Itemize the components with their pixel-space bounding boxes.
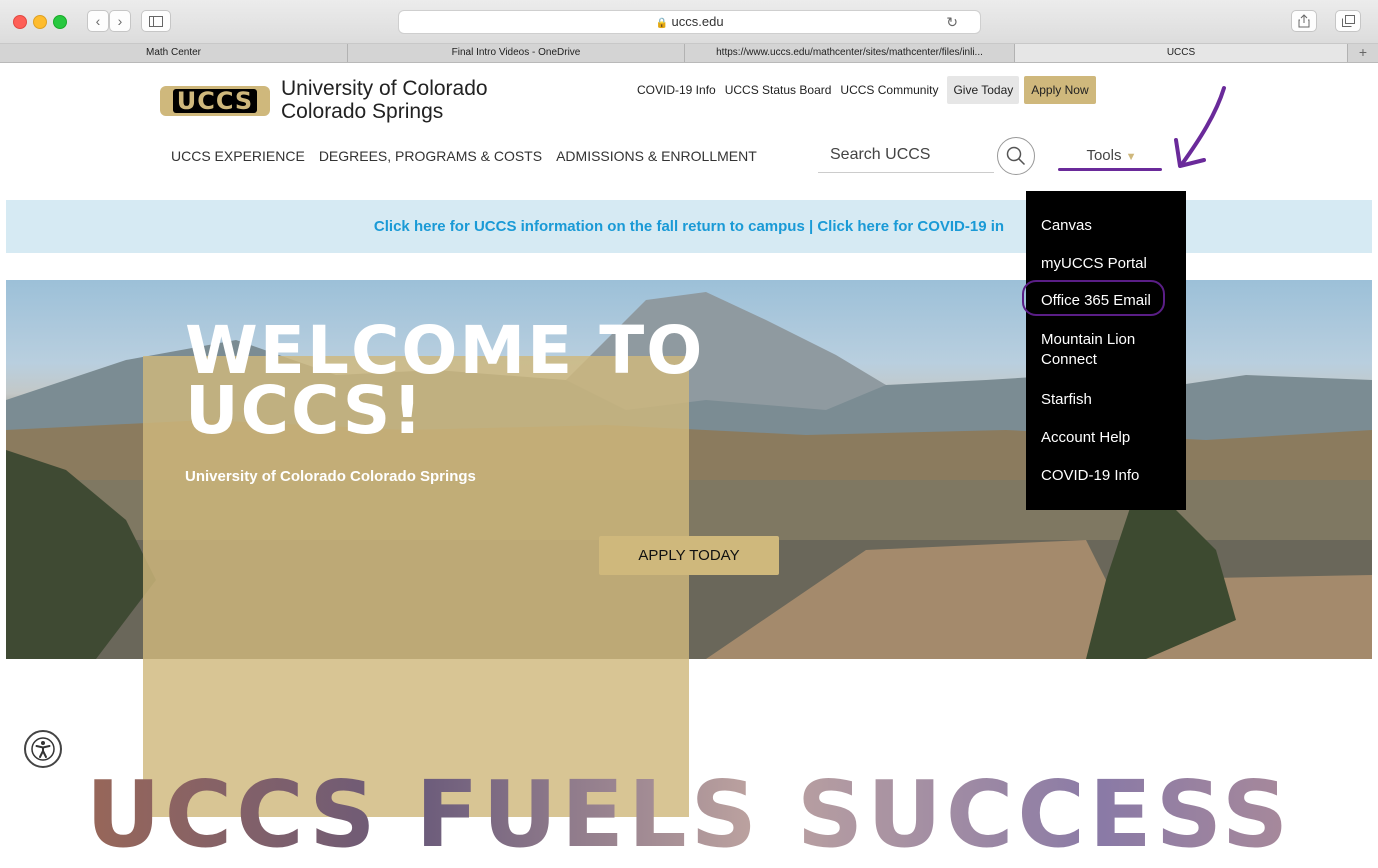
annotation-arrow-icon (1174, 86, 1226, 168)
community-link[interactable]: UCCS Community (840, 83, 938, 97)
main-nav: UCCS EXPERIENCE DEGREES, PROGRAMS & COST… (171, 148, 771, 164)
tools-item-myuccs-portal[interactable]: myUCCS Portal (1041, 254, 1176, 274)
nav-degrees-programs[interactable]: DEGREES, PROGRAMS & COSTS (319, 148, 542, 164)
maximize-window-button[interactable] (53, 15, 67, 29)
close-window-button[interactable] (13, 15, 27, 29)
address-bar[interactable]: 🔒 uccs.edu ↻ (398, 10, 981, 34)
tab-math-center[interactable]: Math Center (0, 44, 348, 62)
tab-pdf[interactable]: https://www.uccs.edu/mathcenter/sites/ma… (685, 44, 1015, 62)
tab-uccs[interactable]: UCCS (1015, 44, 1348, 62)
university-name-line2: Colorado Springs (281, 100, 444, 123)
tools-menu-button[interactable]: Tools ▼ (1061, 147, 1162, 164)
tabs-overview-icon (1341, 15, 1355, 27)
accessibility-button[interactable] (24, 730, 62, 768)
university-name-line1: University of Colorado (281, 77, 488, 100)
university-name[interactable]: University of Colorado Colorado Springs (281, 77, 488, 123)
apply-today-button[interactable]: APPLY TODAY (599, 536, 779, 575)
tools-item-covid-info[interactable]: COVID-19 Info (1041, 466, 1176, 486)
fuels-success-heading: UCCS FUELS SUCCESS (0, 765, 1378, 865)
logo-text: UCCS (172, 89, 258, 113)
annotation-underline (1058, 168, 1162, 171)
tab-bar: Math Center Final Intro Videos - OneDriv… (0, 44, 1378, 63)
reload-icon[interactable]: ↻ (946, 11, 958, 33)
apply-now-button[interactable]: Apply Now (1024, 76, 1096, 104)
welcome-line2: UCCS! (185, 372, 425, 449)
tools-item-mountain-lion-connect[interactable]: Mountain Lion Connect (1041, 330, 1176, 370)
tools-item-starfish[interactable]: Starfish (1041, 390, 1176, 410)
status-board-link[interactable]: UCCS Status Board (725, 83, 832, 97)
welcome-heading: WELCOME TO UCCS! (185, 318, 704, 449)
nav-uccs-experience[interactable]: UCCS EXPERIENCE (171, 148, 305, 164)
sidebar-icon (149, 15, 163, 27)
hero-subtitle: University of Colorado Colorado Springs (185, 468, 476, 485)
annotation-circle (1022, 280, 1165, 316)
new-tab-button[interactable]: + (1348, 44, 1378, 62)
chevron-right-icon: › (117, 13, 123, 29)
url-text: uccs.edu (671, 14, 724, 29)
sidebar-toggle-button[interactable] (141, 10, 171, 32)
tools-item-account-help[interactable]: Account Help (1041, 428, 1176, 448)
forward-button[interactable]: › (109, 10, 131, 32)
tools-label: Tools (1086, 147, 1122, 164)
tools-item-canvas[interactable]: Canvas (1041, 216, 1176, 236)
give-today-button[interactable]: Give Today (947, 76, 1020, 104)
minimize-window-button[interactable] (33, 15, 47, 29)
show-tabs-button[interactable] (1335, 10, 1361, 32)
share-icon (1298, 14, 1310, 28)
accessibility-icon (31, 737, 55, 761)
tools-dropdown: Canvas myUCCS Portal Office 365 Email Mo… (1026, 191, 1186, 510)
search-button[interactable] (997, 137, 1035, 175)
tab-onedrive[interactable]: Final Intro Videos - OneDrive (348, 44, 685, 62)
share-button[interactable] (1291, 10, 1317, 32)
covid-info-link[interactable]: COVID-19 Info (637, 83, 716, 97)
browser-toolbar: ‹ › 🔒 uccs.edu ↻ (0, 0, 1378, 44)
utility-links: COVID-19 Info UCCS Status Board UCCS Com… (637, 76, 1096, 104)
lock-icon: 🔒 (655, 18, 668, 29)
search-input[interactable]: Search UCCS (818, 140, 994, 173)
uccs-logo[interactable]: UCCS (160, 86, 270, 116)
chevron-left-icon: ‹ (95, 13, 101, 29)
search-icon (1006, 146, 1026, 166)
nav-admissions[interactable]: ADMISSIONS & ENROLLMENT (556, 148, 757, 164)
caret-down-icon: ▼ (1125, 151, 1137, 163)
back-button[interactable]: ‹ (87, 10, 109, 32)
